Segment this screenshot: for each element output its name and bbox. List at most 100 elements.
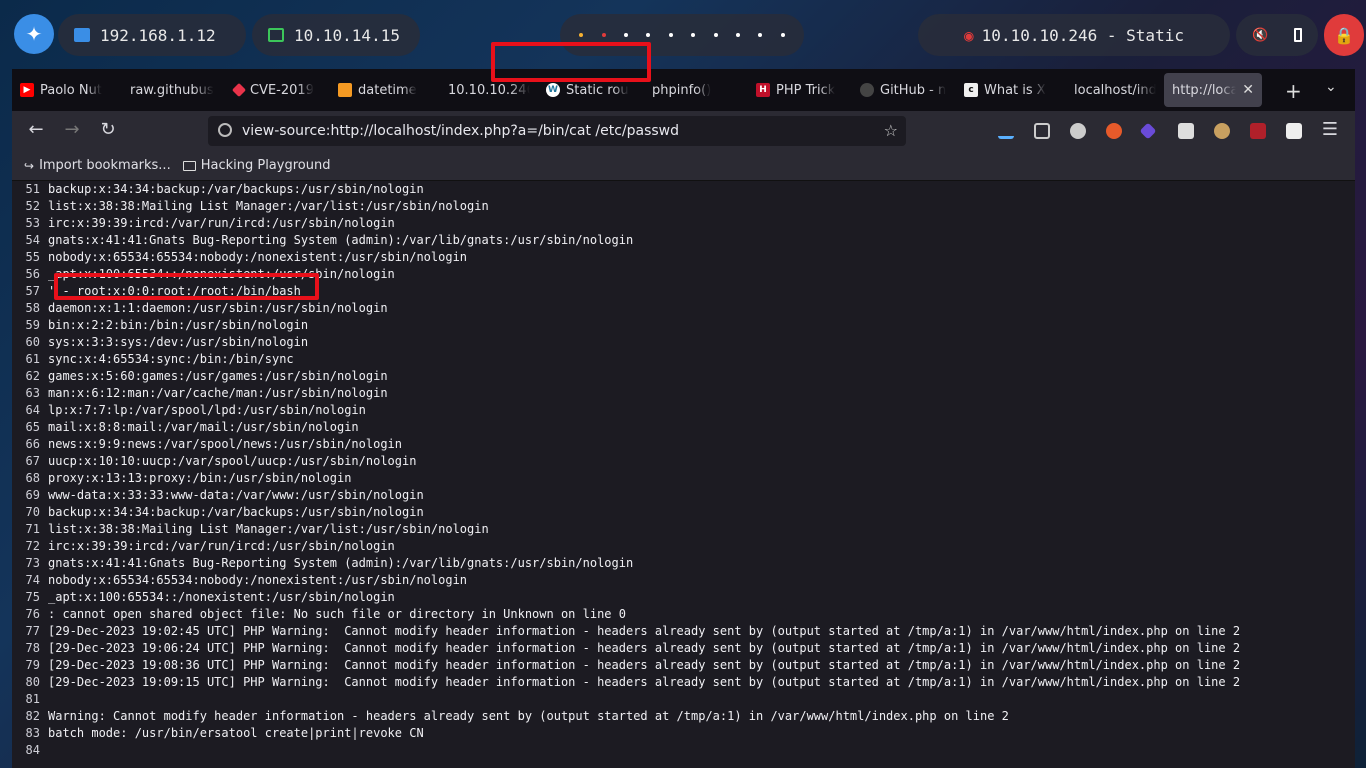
page-info-icon[interactable]	[218, 123, 232, 137]
cookie-editor-icon[interactable]	[1106, 123, 1122, 139]
line-number: 72	[25, 539, 40, 553]
line-number: 55	[25, 250, 40, 264]
foxyproxy-icon[interactable]	[1070, 123, 1086, 139]
source-line: 51 backup:x:34:34:backup:/var/backups:/us…	[12, 181, 1355, 198]
network-icon	[74, 28, 90, 42]
line-number: 61	[25, 352, 40, 366]
url-text[interactable]: view-source:http://localhost/index.php?a…	[242, 123, 679, 139]
source-line: 76: cannot open shared object file: No s…	[12, 606, 1355, 623]
forward-button[interactable]: →	[60, 119, 84, 140]
source-line: 61 sync:x:4:65534:sync:/bin:/bin/sync	[12, 351, 1355, 368]
line-text: man:x:6:12:man:/var/cache/man:/usr/sbin/…	[48, 386, 388, 400]
workspace-dot[interactable]	[579, 33, 584, 37]
tab[interactable]: raw.githubus	[116, 69, 226, 111]
bookmarks-toolbar: ↪ Import bookmarks... Hacking Playground	[12, 151, 1355, 181]
site-icon: c	[964, 83, 978, 97]
system-panel: ✦ 192.168.1.12 10.10.14.15 ◉ 10.10.10.24…	[0, 0, 1366, 70]
back-button[interactable]: ←	[24, 119, 48, 140]
downloads-icon[interactable]	[998, 123, 1014, 139]
tab-active[interactable]: http://local ✕	[1164, 73, 1262, 107]
hacktricks-icon: H	[756, 83, 770, 97]
line-text: [29-Dec-2023 19:09:15 UTC] PHP Warning: …	[48, 675, 1241, 689]
source-line: 64 lp:x:7:7:lp:/var/spool/lpd:/usr/sbin/n…	[12, 402, 1355, 419]
line-number: 82	[25, 709, 40, 723]
workspace-dot[interactable]	[713, 33, 718, 37]
battery-icon[interactable]	[1294, 28, 1302, 42]
line-text: backup:x:34:34:backup:/var/backups:/usr/…	[48, 182, 424, 196]
address-bar[interactable]: view-source:http://localhost/index.php?a…	[208, 116, 906, 146]
tab[interactable]: c What is X	[956, 69, 1060, 111]
workspace-dot[interactable]	[601, 33, 606, 37]
line-text: sync:x:4:65534:sync:/bin:/bin/sync	[48, 352, 294, 366]
extensions-icon[interactable]	[1034, 123, 1050, 139]
line-text: news:x:9:9:news:/var/spool/news:/usr/sbi…	[48, 437, 403, 451]
workspace-dot[interactable]	[691, 33, 696, 37]
source-line: 74 nobody:x:65534:65534:nobody:/nonexiste…	[12, 572, 1355, 589]
line-number: 77	[25, 624, 40, 638]
new-tab-button[interactable]: +	[1285, 79, 1302, 103]
source-line: 73 gnats:x:41:41:Gnats Bug-Reporting Syst…	[12, 555, 1355, 572]
root-line-highlight-box	[54, 273, 319, 300]
source-line: 80 [29-Dec-2023 19:09:15 UTC] PHP Warning…	[12, 674, 1355, 691]
user-agent-icon[interactable]	[1178, 123, 1194, 139]
menu-icon[interactable]: ☰	[1318, 119, 1342, 140]
tab[interactable]: CVE-2019	[226, 69, 330, 111]
line-number: 62	[25, 369, 40, 383]
source-line: 54 gnats:x:41:41:Gnats Bug-Reporting Syst…	[12, 232, 1355, 249]
source-line: 78 [29-Dec-2023 19:06:24 UTC] PHP Warning…	[12, 640, 1355, 657]
url-highlight-box	[491, 42, 651, 82]
workspace-dot[interactable]	[780, 33, 785, 37]
workspace-dot[interactable]	[668, 33, 673, 37]
source-line: 71 list:x:38:38:Mailing List Manager:/var…	[12, 521, 1355, 538]
bookmark-star-icon[interactable]: ☆	[884, 121, 898, 140]
target-text: 10.10.10.246 - Static	[981, 25, 1184, 45]
qr-code-icon[interactable]	[1286, 123, 1302, 139]
hackbar-icon[interactable]	[1214, 123, 1230, 139]
lock-button[interactable]: 🔒	[1324, 14, 1364, 56]
ublock-icon[interactable]	[1250, 123, 1266, 139]
line-number: 80	[25, 675, 40, 689]
python-doc-icon	[338, 83, 352, 97]
folder-icon	[182, 160, 196, 171]
volume-muted-icon[interactable]: 🔇	[1252, 28, 1268, 43]
target-widget[interactable]: ◉ 10.10.10.246 - Static	[918, 14, 1230, 56]
import-bookmarks-item[interactable]: ↪ Import bookmarks...	[24, 158, 171, 173]
line-number: 71	[25, 522, 40, 536]
workspace-dot[interactable]	[758, 33, 763, 37]
list-tabs-button[interactable]: ⌄	[1325, 79, 1337, 95]
source-line: 59 bin:x:2:2:bin:/bin:/usr/sbin/nologin	[12, 317, 1355, 334]
local-ip-widget[interactable]: 192.168.1.12	[58, 14, 246, 56]
tab[interactable]: datetime	[330, 69, 434, 111]
line-number: 66	[25, 437, 40, 451]
reload-button[interactable]: ↻	[96, 119, 120, 140]
line-text: batch mode: /usr/bin/ersatool create|pri…	[48, 726, 424, 740]
vpn-ip-text: 10.10.14.15	[294, 25, 400, 45]
wappalyzer-icon[interactable]	[1139, 122, 1157, 140]
line-text: bin:x:2:2:bin:/bin:/usr/sbin/nologin	[48, 318, 309, 332]
crosshair-icon: ◉	[964, 25, 974, 45]
line-text: uucp:x:10:10:uucp:/var/spool/uucp:/usr/s…	[48, 454, 417, 468]
line-text: proxy:x:13:13:proxy:/bin:/usr/sbin/nolog…	[48, 471, 352, 485]
tab[interactable]: phpinfo()	[644, 69, 748, 111]
workspace-dot[interactable]	[623, 33, 628, 37]
workspace-dot[interactable]	[735, 33, 740, 37]
line-text: : cannot open shared object file: No suc…	[48, 607, 626, 621]
line-text: list:x:38:38:Mailing List Manager:/var/l…	[48, 522, 489, 536]
source-line: 75 _apt:x:100:65534::/nonexistent:/usr/sb…	[12, 589, 1355, 606]
line-text: mail:x:8:8:mail:/var/mail:/usr/sbin/nolo…	[48, 420, 359, 434]
tab[interactable]: H PHP Trick	[748, 69, 852, 111]
line-number: 81	[25, 692, 40, 706]
line-number: 63	[25, 386, 40, 400]
source-line: 53 irc:x:39:39:ircd:/var/run/ircd:/usr/sb…	[12, 215, 1355, 232]
kali-menu-button[interactable]: ✦	[14, 14, 54, 54]
line-text: gnats:x:41:41:Gnats Bug-Reporting System…	[48, 233, 634, 247]
workspace-dot[interactable]	[646, 33, 651, 37]
tab[interactable]: GitHub - n	[852, 69, 956, 111]
source-line: 82 Warning: Cannot modify header informat…	[12, 708, 1355, 725]
tab[interactable]: ▶ Paolo Nut	[12, 69, 116, 111]
close-tab-icon[interactable]: ✕	[1242, 82, 1254, 98]
tab[interactable]: localhost/ind	[1060, 69, 1164, 111]
vpn-ip-widget[interactable]: 10.10.14.15	[252, 14, 420, 56]
bookmark-folder-hacking[interactable]: Hacking Playground	[182, 158, 330, 173]
line-text: _apt:x:100:65534::/nonexistent:/usr/sbin…	[48, 590, 395, 604]
